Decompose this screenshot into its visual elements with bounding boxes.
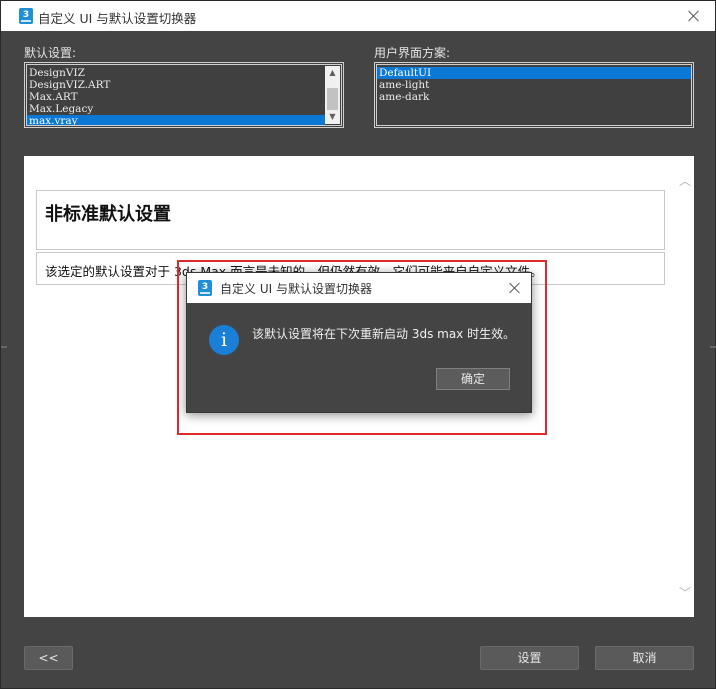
title-bar: 3 自定义 UI 与默认设置切换器 xyxy=(1,1,715,31)
message-dialog: 3 自定义 UI 与默认设置切换器 i 该默认设置将在下次重新启动 3ds ma… xyxy=(186,272,532,413)
defaults-list-item[interactable]: DesignVIZ.ART xyxy=(27,79,325,91)
scroll-up-icon[interactable]: ▲ xyxy=(325,66,340,80)
app-icon: 3 xyxy=(19,8,33,24)
panel-scroll-down-icon[interactable]: ﹀ xyxy=(679,584,691,601)
schemes-list-item[interactable]: ame-light xyxy=(377,79,691,91)
defaults-scrollbar[interactable]: ▲ ▼ xyxy=(325,66,340,124)
defaults-label: 默认设置: xyxy=(24,46,77,60)
scroll-thumb[interactable] xyxy=(327,88,338,110)
defaults-list-item[interactable]: DesignVIZ xyxy=(27,67,325,79)
window-edge-mark-right xyxy=(710,346,716,348)
content-heading: 非标准默认设置 xyxy=(45,204,171,225)
schemes-list-item[interactable]: ame-dark xyxy=(377,91,691,103)
dialog-title-bar: 3 自定义 UI 与默认设置切换器 xyxy=(187,273,531,303)
dialog-message: 该默认设置将在下次重新启动 3ds max 时生效。 xyxy=(252,327,516,341)
info-icon: i xyxy=(209,325,239,355)
back-button[interactable]: << xyxy=(24,646,73,670)
window-edge-mark xyxy=(1,346,7,348)
defaults-list-item[interactable]: Max.ART xyxy=(27,91,325,103)
set-button[interactable]: 设置 xyxy=(480,646,579,670)
defaults-list-item[interactable]: Max.Legacy xyxy=(27,103,325,115)
cancel-button[interactable]: 取消 xyxy=(595,646,694,670)
ok-button[interactable]: 确定 xyxy=(436,368,510,390)
dialog-close-icon[interactable] xyxy=(507,280,523,296)
schemes-label: 用户界面方案: xyxy=(374,46,451,60)
schemes-listbox[interactable]: DefaultUI ame-light ame-dark xyxy=(374,62,694,128)
close-icon[interactable] xyxy=(686,8,702,24)
defaults-list-item[interactable]: max.vray xyxy=(27,115,325,125)
defaults-listbox[interactable]: DesignVIZ DesignVIZ.ART Max.ART Max.Legacy m… xyxy=(24,62,344,128)
schemes-list-item[interactable]: DefaultUI xyxy=(377,67,691,79)
heading-box: 非标准默认设置 xyxy=(36,190,665,250)
panel-scroll-up-icon[interactable]: ︿ xyxy=(679,172,691,189)
window-title: 自定义 UI 与默认设置切换器 xyxy=(38,11,197,26)
dialog-title: 自定义 UI 与默认设置切换器 xyxy=(220,282,372,296)
dialog-app-icon: 3 xyxy=(198,280,212,296)
scroll-down-icon[interactable]: ▼ xyxy=(325,110,340,124)
